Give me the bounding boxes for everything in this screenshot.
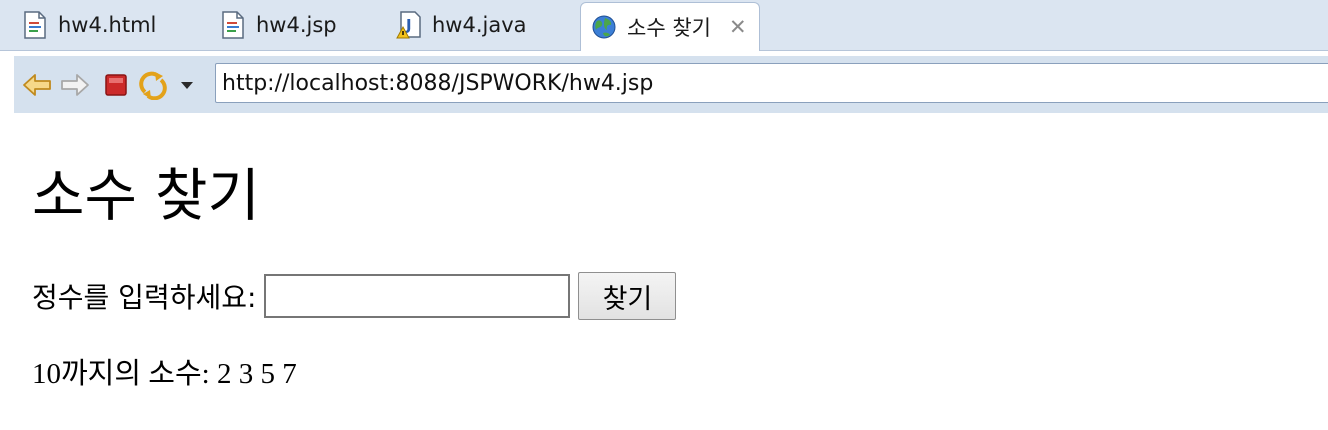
svg-text:J: J xyxy=(405,16,412,34)
dropdown-chevron-icon[interactable] xyxy=(178,70,196,100)
tab-hw4-jsp[interactable]: hw4.jsp xyxy=(220,8,337,42)
browser-toolbar xyxy=(14,56,1328,113)
forward-arrow-icon[interactable] xyxy=(60,70,90,100)
back-arrow-icon[interactable] xyxy=(22,70,52,100)
prime-result-text: 10까지의 소수: 2 3 5 7 xyxy=(32,358,297,390)
stop-icon[interactable] xyxy=(102,70,132,100)
tab-label: hw4.jsp xyxy=(256,13,337,37)
java-file-warning-icon: J xyxy=(396,11,422,39)
jsp-file-icon xyxy=(220,11,246,39)
url-input[interactable] xyxy=(215,63,1328,103)
globe-icon xyxy=(591,13,617,41)
html-file-icon xyxy=(22,11,48,39)
tab-label: hw4.html xyxy=(58,13,157,37)
integer-input[interactable] xyxy=(264,274,571,318)
find-button[interactable]: 찾기 xyxy=(578,272,677,320)
tab-label: 소수 찾기 xyxy=(627,16,711,40)
editor-tab-bar: hw4.html hw4.jsp J hw4.java 소수 찾기 ✕ xyxy=(0,0,1328,51)
tab-hw4-java[interactable]: J hw4.java xyxy=(396,8,527,42)
tab-hw4-html[interactable]: hw4.html xyxy=(22,8,156,42)
refresh-icon[interactable] xyxy=(138,70,168,101)
close-icon[interactable]: ✕ xyxy=(729,15,747,39)
prime-form: 정수를 입력하세요: 찾기 xyxy=(32,272,677,320)
tab-prime-finder[interactable]: 소수 찾기 ✕ xyxy=(580,2,760,51)
integer-input-label: 정수를 입력하세요: xyxy=(32,281,257,314)
tab-label: hw4.java xyxy=(432,13,527,37)
page-heading: 소수 찾기 xyxy=(32,163,260,229)
